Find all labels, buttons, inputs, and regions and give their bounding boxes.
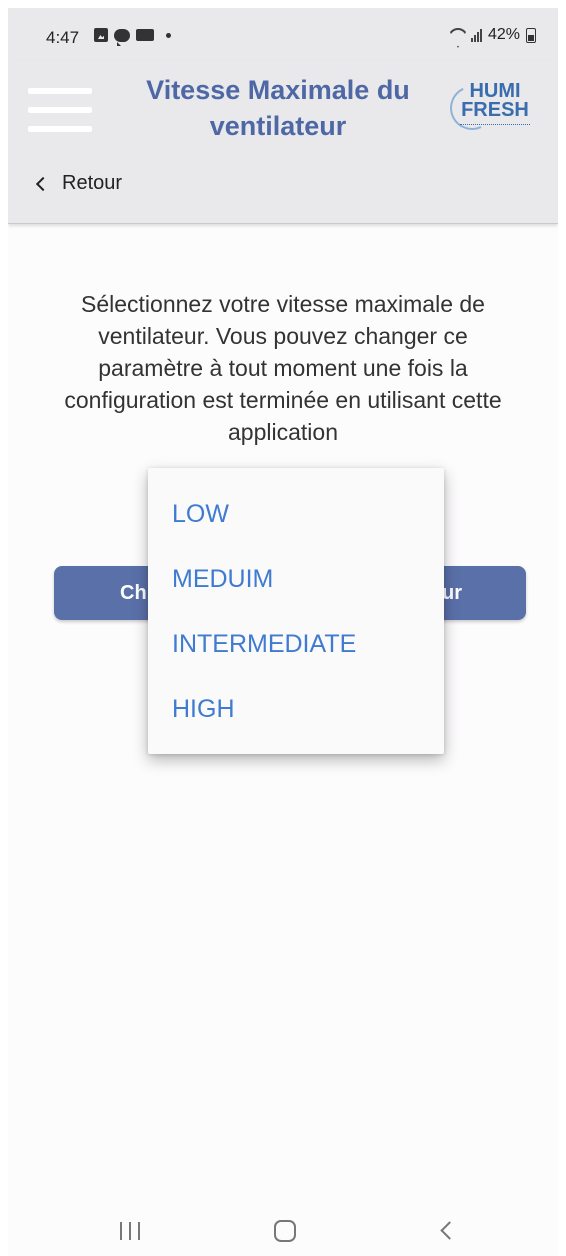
option-high[interactable]: HIGH xyxy=(172,695,235,724)
option-medium[interactable]: MEDUIM xyxy=(172,565,273,594)
instruction-text: Sélectionnez votre vitesse maximale de v… xyxy=(64,291,502,445)
chevron-left-icon xyxy=(35,176,51,191)
option-intermediate[interactable]: INTERMEDIATE xyxy=(172,630,356,659)
page-title: Vitesse Maximale du ventilateur xyxy=(146,75,410,141)
humifresh-logo: HUMI FRESH xyxy=(443,79,540,138)
app-header: Vitesse Maximale du ventilateur HUMI FRES… xyxy=(8,60,558,224)
speed-dropdown-menu: LOW MEDUIM INTERMEDIATE HIGH xyxy=(148,468,444,754)
option-low[interactable]: LOW xyxy=(172,500,229,529)
status-bar: 4:47 42% xyxy=(8,8,558,60)
recent-apps-icon[interactable] xyxy=(120,1222,140,1240)
status-time: 4:47 xyxy=(46,28,80,47)
battery-icon xyxy=(526,27,536,43)
chat-icon xyxy=(114,28,130,46)
button-label-left: Ch xyxy=(120,581,147,604)
notification-icons xyxy=(94,28,171,46)
dot-icon xyxy=(166,32,171,38)
wifi-icon xyxy=(447,28,465,42)
battery-percent: 42% xyxy=(487,26,520,43)
system-status: 42% xyxy=(447,26,536,44)
back-icon[interactable] xyxy=(440,1221,459,1240)
system-nav-bar xyxy=(8,1200,558,1256)
home-icon[interactable] xyxy=(274,1220,296,1242)
signal-icon xyxy=(470,28,482,42)
photo-icon xyxy=(94,28,108,42)
hamburger-menu-icon[interactable] xyxy=(28,88,92,132)
back-label: Retour xyxy=(62,172,123,194)
back-button[interactable]: Retour xyxy=(35,172,123,195)
mail-icon xyxy=(136,29,154,41)
app-screen: 4:47 42% Vitesse Maximale du ventilateur… xyxy=(8,8,558,1256)
button-label-right: ur xyxy=(442,581,462,604)
